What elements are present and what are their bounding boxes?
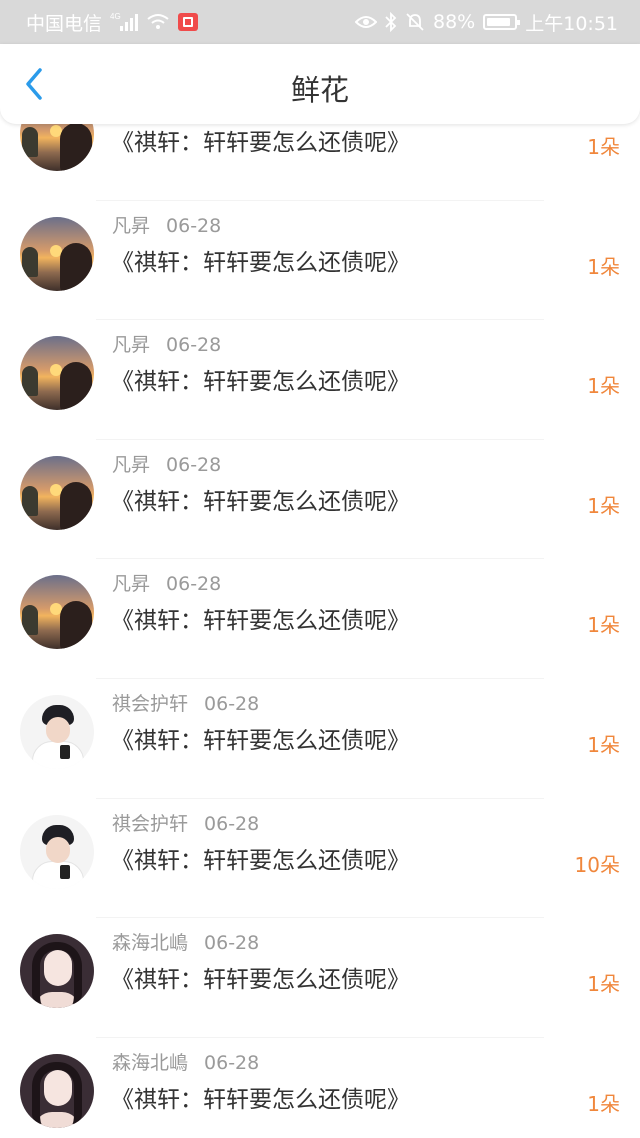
date-label: 06-28 [204, 692, 260, 715]
wifi-icon [146, 13, 170, 31]
list-item[interactable]: 凡昇 06-28 《祺轩：轩轩要怎么还债呢》 1朵 [0, 559, 640, 679]
flower-count: 1朵 [587, 254, 620, 279]
flower-count: 1朵 [587, 1091, 620, 1116]
date-label: 06-28 [166, 453, 222, 476]
date-label: 06-28 [166, 573, 222, 596]
username[interactable]: 凡昇 [112, 215, 150, 237]
avatar[interactable] [20, 124, 94, 171]
avatar[interactable] [20, 216, 94, 291]
flower-count: 1朵 [587, 613, 620, 638]
list-item[interactable]: 祺会护轩 06-28 《祺轩：轩轩要怎么还债呢》 10朵 [0, 799, 640, 919]
flower-count: 1朵 [587, 135, 620, 159]
item-meta: 凡昇 06-28 [112, 569, 221, 596]
date-label: 06-28 [204, 812, 260, 835]
battery-icon [483, 14, 521, 30]
bluetooth-icon [385, 12, 397, 32]
username[interactable]: 凡昇 [112, 454, 150, 476]
network-type-label: 4G [110, 12, 121, 21]
carrier-label: 中国电信 [26, 12, 103, 35]
item-meta: 凡昇 06-28 [112, 211, 221, 238]
avatar[interactable] [20, 455, 94, 530]
work-title[interactable]: 《祺轩：轩轩要怎么还债呢》 [111, 1080, 410, 1114]
work-title[interactable]: 《祺轩：轩轩要怎么还债呢》 [111, 841, 410, 875]
avatar[interactable] [20, 814, 94, 889]
flower-count: 10朵 [574, 852, 620, 877]
flower-list: 凡昇 06-28 《祺轩：轩轩要怎么还债呢》 1朵 凡昇 06-28 《祺轩：轩轩要… [0, 124, 640, 1138]
work-title[interactable]: 《祺轩：轩轩要怎么还债呢》 [111, 721, 410, 755]
username[interactable]: 凡昇 [112, 573, 150, 595]
username[interactable]: 森海北嶋 [112, 1052, 188, 1074]
work-title[interactable]: 《祺轩：轩轩要怎么还债呢》 [111, 124, 410, 157]
list-item[interactable]: 森海北嶋 06-28 《祺轩：轩轩要怎么还债呢》 1朵 [0, 1038, 640, 1138]
item-meta: 祺会护轩 06-28 [112, 809, 259, 836]
back-button[interactable] [14, 64, 54, 104]
flower-count: 1朵 [587, 493, 620, 518]
work-title[interactable]: 《祺轩：轩轩要怎么还债呢》 [111, 601, 410, 635]
mute-bell-icon [405, 12, 425, 32]
flower-count: 1朵 [587, 972, 620, 997]
item-meta: 森海北嶋 06-28 [112, 1048, 259, 1075]
username[interactable]: 森海北嶋 [112, 932, 188, 954]
work-title[interactable]: 《祺轩：轩轩要怎么还债呢》 [111, 362, 410, 396]
item-meta: 祺会护轩 06-28 [112, 689, 259, 716]
list-item[interactable]: 凡昇 06-28 《祺轩：轩轩要怎么还债呢》 1朵 [0, 440, 640, 560]
date-label: 06-28 [204, 1051, 260, 1074]
username[interactable]: 凡昇 [112, 334, 150, 356]
flower-count: 1朵 [587, 732, 620, 757]
avatar[interactable] [20, 694, 94, 769]
date-label: 06-28 [166, 214, 222, 237]
page-title: 鲜花 [290, 73, 349, 107]
list-item[interactable]: 森海北嶋 06-28 《祺轩：轩轩要怎么还债呢》 1朵 [0, 918, 640, 1038]
book-app-icon [178, 13, 199, 31]
chevron-left-icon [26, 68, 42, 100]
battery-percent: 88% [433, 11, 476, 33]
avatar[interactable] [20, 934, 94, 1009]
item-meta: 凡昇 06-28 [112, 450, 221, 477]
clock: 上午10:51 [525, 12, 618, 35]
work-title[interactable]: 《祺轩：轩轩要怎么还债呢》 [111, 243, 410, 277]
item-meta: 森海北嶋 06-28 [112, 928, 259, 955]
username[interactable]: 祺会护轩 [112, 693, 188, 715]
list-item[interactable]: 凡昇 06-28 《祺轩：轩轩要怎么还债呢》 1朵 [0, 201, 640, 321]
username[interactable]: 祺会护轩 [112, 813, 188, 835]
date-label: 06-28 [204, 932, 260, 955]
work-title[interactable]: 《祺轩：轩轩要怎么还债呢》 [111, 960, 410, 994]
list-item[interactable]: 祺会护轩 06-28 《祺轩：轩轩要怎么还债呢》 1朵 [0, 679, 640, 799]
list-item[interactable]: 凡昇06-28 《祺轩：轩轩要怎么还债呢》 1朵 [0, 124, 640, 201]
flower-count: 1朵 [587, 374, 620, 399]
date-label: 06-28 [166, 334, 222, 357]
avatar[interactable] [20, 1053, 94, 1128]
avatar[interactable] [20, 575, 94, 650]
item-meta: 凡昇 06-28 [112, 330, 221, 357]
eye-icon [355, 14, 377, 30]
nav-header: 鲜花 [0, 44, 640, 124]
list-item[interactable]: 凡昇 06-28 《祺轩：轩轩要怎么还债呢》 1朵 [0, 320, 640, 440]
status-bar: 中国电信 4G 88% 上午10:51 [0, 0, 640, 44]
work-title[interactable]: 《祺轩：轩轩要怎么还债呢》 [111, 482, 410, 516]
signal-icon: 4G [110, 12, 139, 32]
avatar[interactable] [20, 336, 94, 411]
